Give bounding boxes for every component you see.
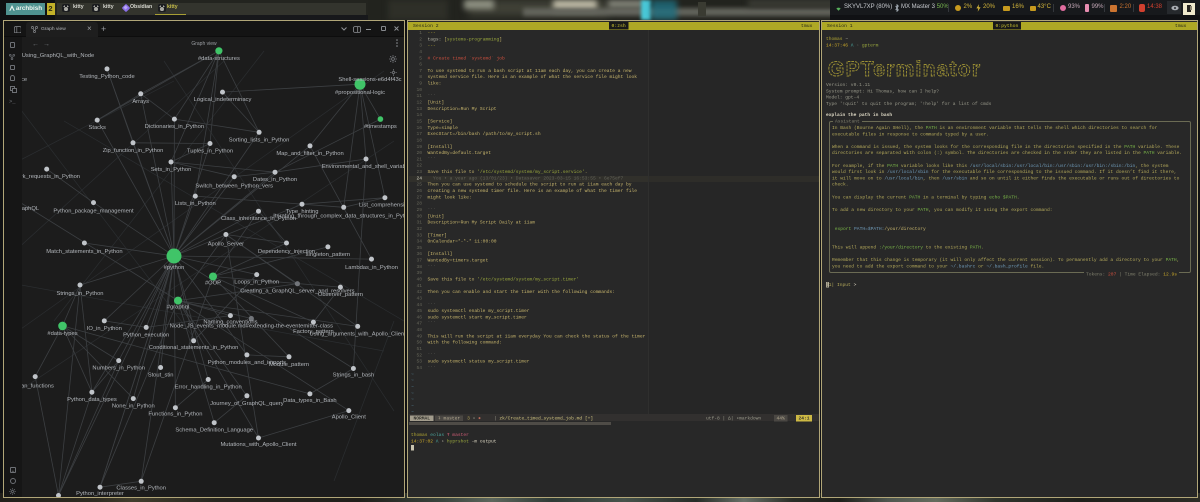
svg-text:Using_arguments_with_Apollo_Cl: Using_arguments_with_Apollo_Client [310,331,404,337]
svg-text:#python: #python [164,265,185,271]
svg-text:Strings_in_Python: Strings_in_Python [56,291,103,297]
svg-text:#data-structures: #data-structures [198,56,240,62]
svg-text:Strings_in_bash: Strings_in_bash [333,373,375,379]
svg-text:Map_and_filter_in_Python: Map_and_filter_in_Python [276,151,343,157]
svg-text:Match_statements_in_Python: Match_statements_in_Python [46,249,122,255]
svg-text:Mutations_with_Apollo_Client: Mutations_with_Apollo_Client [220,442,296,448]
svg-text:work_requests_in_Python: work_requests_in_Python [12,174,80,180]
svg-text:singleton_pattern: singleton_pattern [306,252,350,258]
svg-text:lean_functions: lean_functions [17,384,54,390]
svg-text:None_in_Python: None_in_Python [112,404,155,410]
svg-text:Loops_in_Python: Loops_in_Python [234,280,279,286]
svg-text:Sorting_lists_in_Python: Sorting_lists_in_Python [229,137,290,143]
svg-text:#timestamps: #timestamps [364,124,397,130]
svg-text:List_comprehension: List_comprehension [359,203,404,209]
svg-text:Dates_in_Python: Dates_in_Python [253,177,297,183]
svg-text:Using_GraphQL_with_Node: Using_GraphQL_with_Node [22,53,95,59]
svg-text:#propositional-logic: #propositional-logic [335,90,385,96]
svg-text:Apollo_Server: Apollo_Server [208,242,244,248]
svg-text:Environmental_and_shell_variab: Environmental_and_shell_variable [322,164,404,170]
svg-text:Python_package_management: Python_package_management [53,209,134,215]
svg-text:Error_handling_in_Python: Error_handling_in_Python [175,385,242,391]
svg-text:Shell-sessions-e6d4f43c: Shell-sessions-e6d4f43c [338,77,401,83]
svg-text:Lambdas_in_Python: Lambdas_in_Python [345,265,398,271]
svg-text:Observer_pattern: Observer_pattern [318,292,363,298]
svg-text:#graphql: #graphql [167,305,190,311]
svg-text:Lists_in_Python: Lists_in_Python [175,201,216,207]
svg-text:Stout_stin: Stout_stin [148,373,174,379]
svg-text:Functions_in_Python: Functions_in_Python [148,412,202,418]
svg-text:Journey_of_GraphQL_query: Journey_of_GraphQL_query [210,401,284,407]
svg-text:Arrays: Arrays [132,99,149,105]
svg-text:Python_data_types: Python_data_types [67,397,117,403]
svg-text:IO_in_Python: IO_in_Python [87,326,122,332]
svg-text:Dictionaries_in_Python: Dictionaries_in_Python [145,124,204,130]
svg-text:Testing_Python_code: Testing_Python_code [79,74,134,80]
svg-text:Python_interpreter: Python_interpreter [76,491,124,497]
svg-text:Zip_function_in_Python: Zip_function_in_Python [103,148,164,154]
svg-text:Numbers_in_Python: Numbers_in_Python [92,366,145,372]
svg-text:Stacks: Stacks [88,125,105,131]
svg-text:#data-types: #data-types [47,331,77,337]
svg-text:Conditional_statements_in_Pyth: Conditional_statements_in_Python [149,345,239,351]
svg-text:Logical_indeterminacy: Logical_indeterminacy [194,97,252,103]
svg-text:Switch_between_Python_vers: Switch_between_Python_vers [195,184,273,190]
svg-text:Class_inheritance_in_Python: Class_inheritance_in_Python [221,216,296,222]
svg-text:Module_pattern: Module_pattern [269,362,309,368]
svg-text:Python_execution: Python_execution [123,332,169,338]
svg-text:Sets_in_Python: Sets_in_Python [151,167,192,173]
svg-text:GPTerminator: GPTerminator [828,58,980,80]
svg-text:Tuples_in_Python: Tuples_in_Python [187,149,233,155]
svg-text:Data_types_in_Bash: Data_types_in_Bash [283,398,337,404]
svg-text:Apollo_Client: Apollo_Client [332,415,367,421]
svg-text:#OOP: #OOP [205,281,221,287]
svg-text:Schema_Definition_Language: Schema_Definition_Language [175,428,253,434]
